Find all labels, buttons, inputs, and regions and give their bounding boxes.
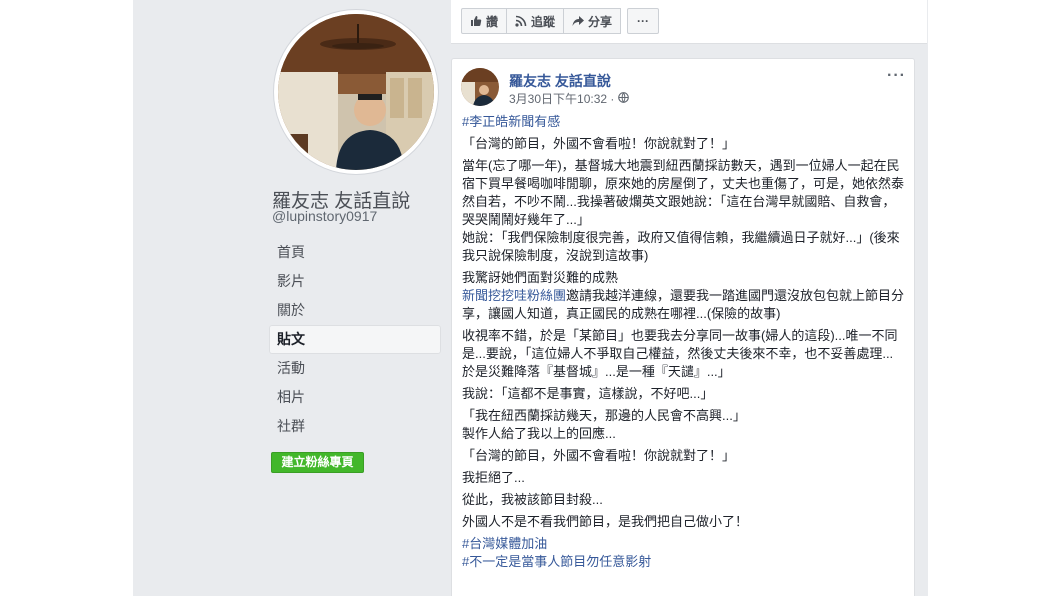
post-options-button[interactable]: ··· xyxy=(887,67,906,85)
post-paragraph: 「台灣的節目，外國不會看啦！你說就對了！」 xyxy=(462,136,736,151)
thumbs-up-icon xyxy=(470,15,482,27)
more-actions-button[interactable]: ··· xyxy=(627,8,660,34)
follow-label: 追蹤 xyxy=(531,14,556,29)
nav-item-community[interactable]: 社群 xyxy=(269,412,441,441)
post-paragraph: 從此，我被該節目封殺... xyxy=(462,492,603,507)
hashtag-link[interactable]: #李正皓新聞有感 xyxy=(462,113,906,131)
post-paragraph: 新聞挖挖哇粉絲團邀請我越洋連線，還要我一踏進國門還沒放包包就上節目分享，讓國人知… xyxy=(462,287,906,323)
profile-picture[interactable] xyxy=(274,10,438,174)
page-nav: 首頁 影片 關於 貼文 活動 相片 社群 xyxy=(269,238,441,441)
post-text: #李正皓新聞有感 「台灣的節目，外國不會看啦！你說就對了！」 當年(忘了哪一年)… xyxy=(462,113,906,571)
post-paragraph: 外國人不是不看我們節目，是我們把自己做小了！ xyxy=(462,514,749,529)
share-label: 分享 xyxy=(588,14,613,29)
share-arrow-icon xyxy=(572,15,585,27)
post-paragraph: 我說：「這都不是事實，這樣說，不好吧...」 xyxy=(462,386,714,401)
post-timestamp-text[interactable]: 3月30日下午10:32 · xyxy=(509,90,614,107)
post-author-avatar[interactable] xyxy=(461,68,499,106)
post-paragraph: 收視率不錯，於是「某節目」也要我去分享同一故事(婦人的這段)...唯一不同是..… xyxy=(462,328,898,379)
globe-icon xyxy=(618,91,630,106)
rss-icon xyxy=(515,15,527,27)
post-card: 羅友志 友話直說 3月30日下午10:32 · ··· #李正皓新聞有感 「台灣… xyxy=(451,58,915,596)
nav-item-events[interactable]: 活動 xyxy=(269,354,441,383)
post-paragraph: 「我在紐西蘭採訪幾天，那邊的人民會不高興...」 xyxy=(462,408,746,423)
hashtag-link[interactable]: #不一定是當事人節目勿任意影射 xyxy=(462,553,906,571)
page-username[interactable]: @lupinstory0917 xyxy=(272,208,377,224)
like-label: 讚 xyxy=(486,14,499,29)
post-paragraph: 製作人給了我以上的回應... xyxy=(462,426,616,441)
follow-button[interactable]: 追蹤 xyxy=(506,8,565,34)
fanpage-mention-link[interactable]: 新聞挖挖哇粉絲團 xyxy=(462,288,566,303)
nav-item-videos[interactable]: 影片 xyxy=(269,267,441,296)
nav-item-about[interactable]: 關於 xyxy=(269,296,441,325)
post-paragraph: 「台灣的節目，外國不會看啦！你說就對了！」 xyxy=(462,448,736,463)
facebook-page-frame: 羅友志 友話直說 @lupinstory0917 首頁 影片 關於 貼文 活動 … xyxy=(133,0,928,596)
like-button[interactable]: 讚 xyxy=(461,8,508,34)
page-action-bar: 讚 追蹤 分享 ··· xyxy=(451,0,927,44)
post-author-name[interactable]: 羅友志 友話直說 xyxy=(509,71,611,91)
more-dots-icon: ··· xyxy=(637,14,650,28)
post-paragraph: 我驚訝她們面對災難的成熟 xyxy=(462,270,619,285)
nav-item-home[interactable]: 首頁 xyxy=(269,238,441,267)
post-paragraph: 她說：「我們保險制度很完善，政府又值得信賴，我繼續過日子就好...」(後來我只說… xyxy=(462,230,900,263)
profile-photo xyxy=(278,14,434,170)
share-button[interactable]: 分享 xyxy=(563,8,622,34)
post-timestamp: 3月30日下午10:32 · xyxy=(509,90,630,107)
action-buttons: 讚 追蹤 分享 ··· xyxy=(461,8,660,34)
nav-item-posts[interactable]: 貼文 xyxy=(269,325,441,354)
nav-item-photos[interactable]: 相片 xyxy=(269,383,441,412)
hashtag-link[interactable]: #台灣媒體加油 xyxy=(462,535,906,553)
post-paragraph: 我拒絕了... xyxy=(462,470,525,485)
create-page-button[interactable]: 建立粉絲專頁 xyxy=(271,452,364,473)
post-paragraph: 當年(忘了哪一年)，基督城大地震到紐西蘭採訪數天，遇到一位婦人一起在民宿下買早餐… xyxy=(462,158,905,227)
